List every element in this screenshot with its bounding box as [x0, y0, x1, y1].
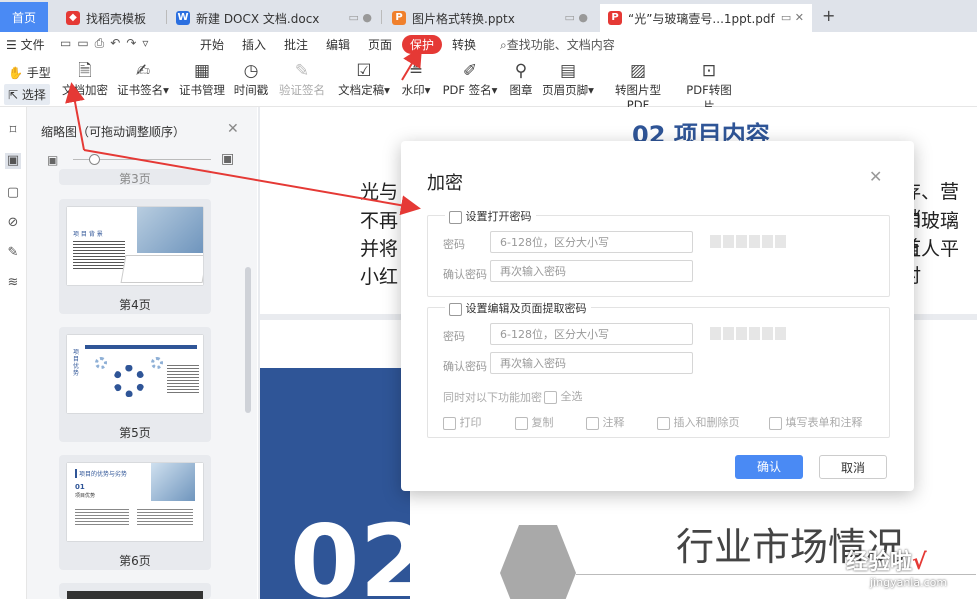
watermark-check: √: [912, 550, 927, 575]
annotation-arrows: [65, 46, 423, 216]
arrow-to-protect: [401, 46, 423, 81]
watermark-url: jingyanla.com: [870, 576, 948, 589]
arrow-to-encrypt: [65, 82, 85, 151]
watermark-text: 经验啦: [846, 550, 913, 575]
arrow-to-dialog: [83, 149, 421, 216]
watermark-logo: 经验啦√: [846, 544, 927, 576]
